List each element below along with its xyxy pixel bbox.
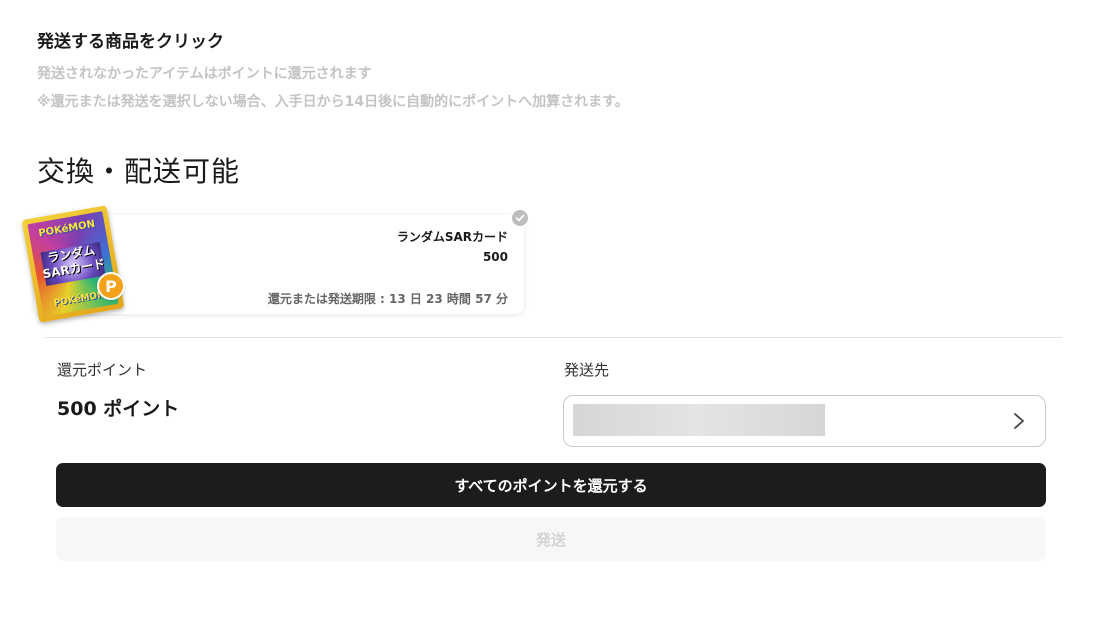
item-name: ランダムSARカード [396, 230, 508, 244]
check-icon-glyph [515, 214, 525, 222]
point-badge-icon: P [97, 272, 125, 300]
item-deadline: 還元または発送期限 : 13 日 23 時間 57 分 [267, 292, 508, 306]
divider [44, 337, 1062, 338]
return-all-points-button[interactable]: すべてのポイントを還元する [56, 463, 1046, 507]
return-points-label: 還元ポイント [57, 361, 148, 379]
section-title: 交換・配送可能 [37, 155, 241, 188]
destination-label: 発送先 [564, 361, 610, 379]
ship-button[interactable]: 発送 [56, 517, 1046, 561]
instructions-line-2: ※還元または発送を選択しない場合、入手日から14日後に自動的にポイントへ加算され… [37, 94, 629, 110]
instructions-line-1: 発送されなかったアイテムはポイントに還元されます [37, 66, 372, 82]
destination-address-redacted [573, 404, 825, 436]
chevron-right-icon [1014, 413, 1024, 429]
instructions-title: 発送する商品をクリック [37, 32, 224, 52]
card-image: POKéMON ランダム SARカード POKéMON [21, 205, 125, 323]
card-logo-top: POKéMON [37, 218, 96, 240]
card-image-inner: POKéMON ランダム SARカード POKéMON [27, 211, 119, 317]
return-points-value: 500 ポイント [57, 398, 180, 420]
check-icon[interactable] [510, 208, 530, 228]
item-value: 500 [482, 250, 508, 264]
destination-select[interactable] [563, 395, 1046, 447]
